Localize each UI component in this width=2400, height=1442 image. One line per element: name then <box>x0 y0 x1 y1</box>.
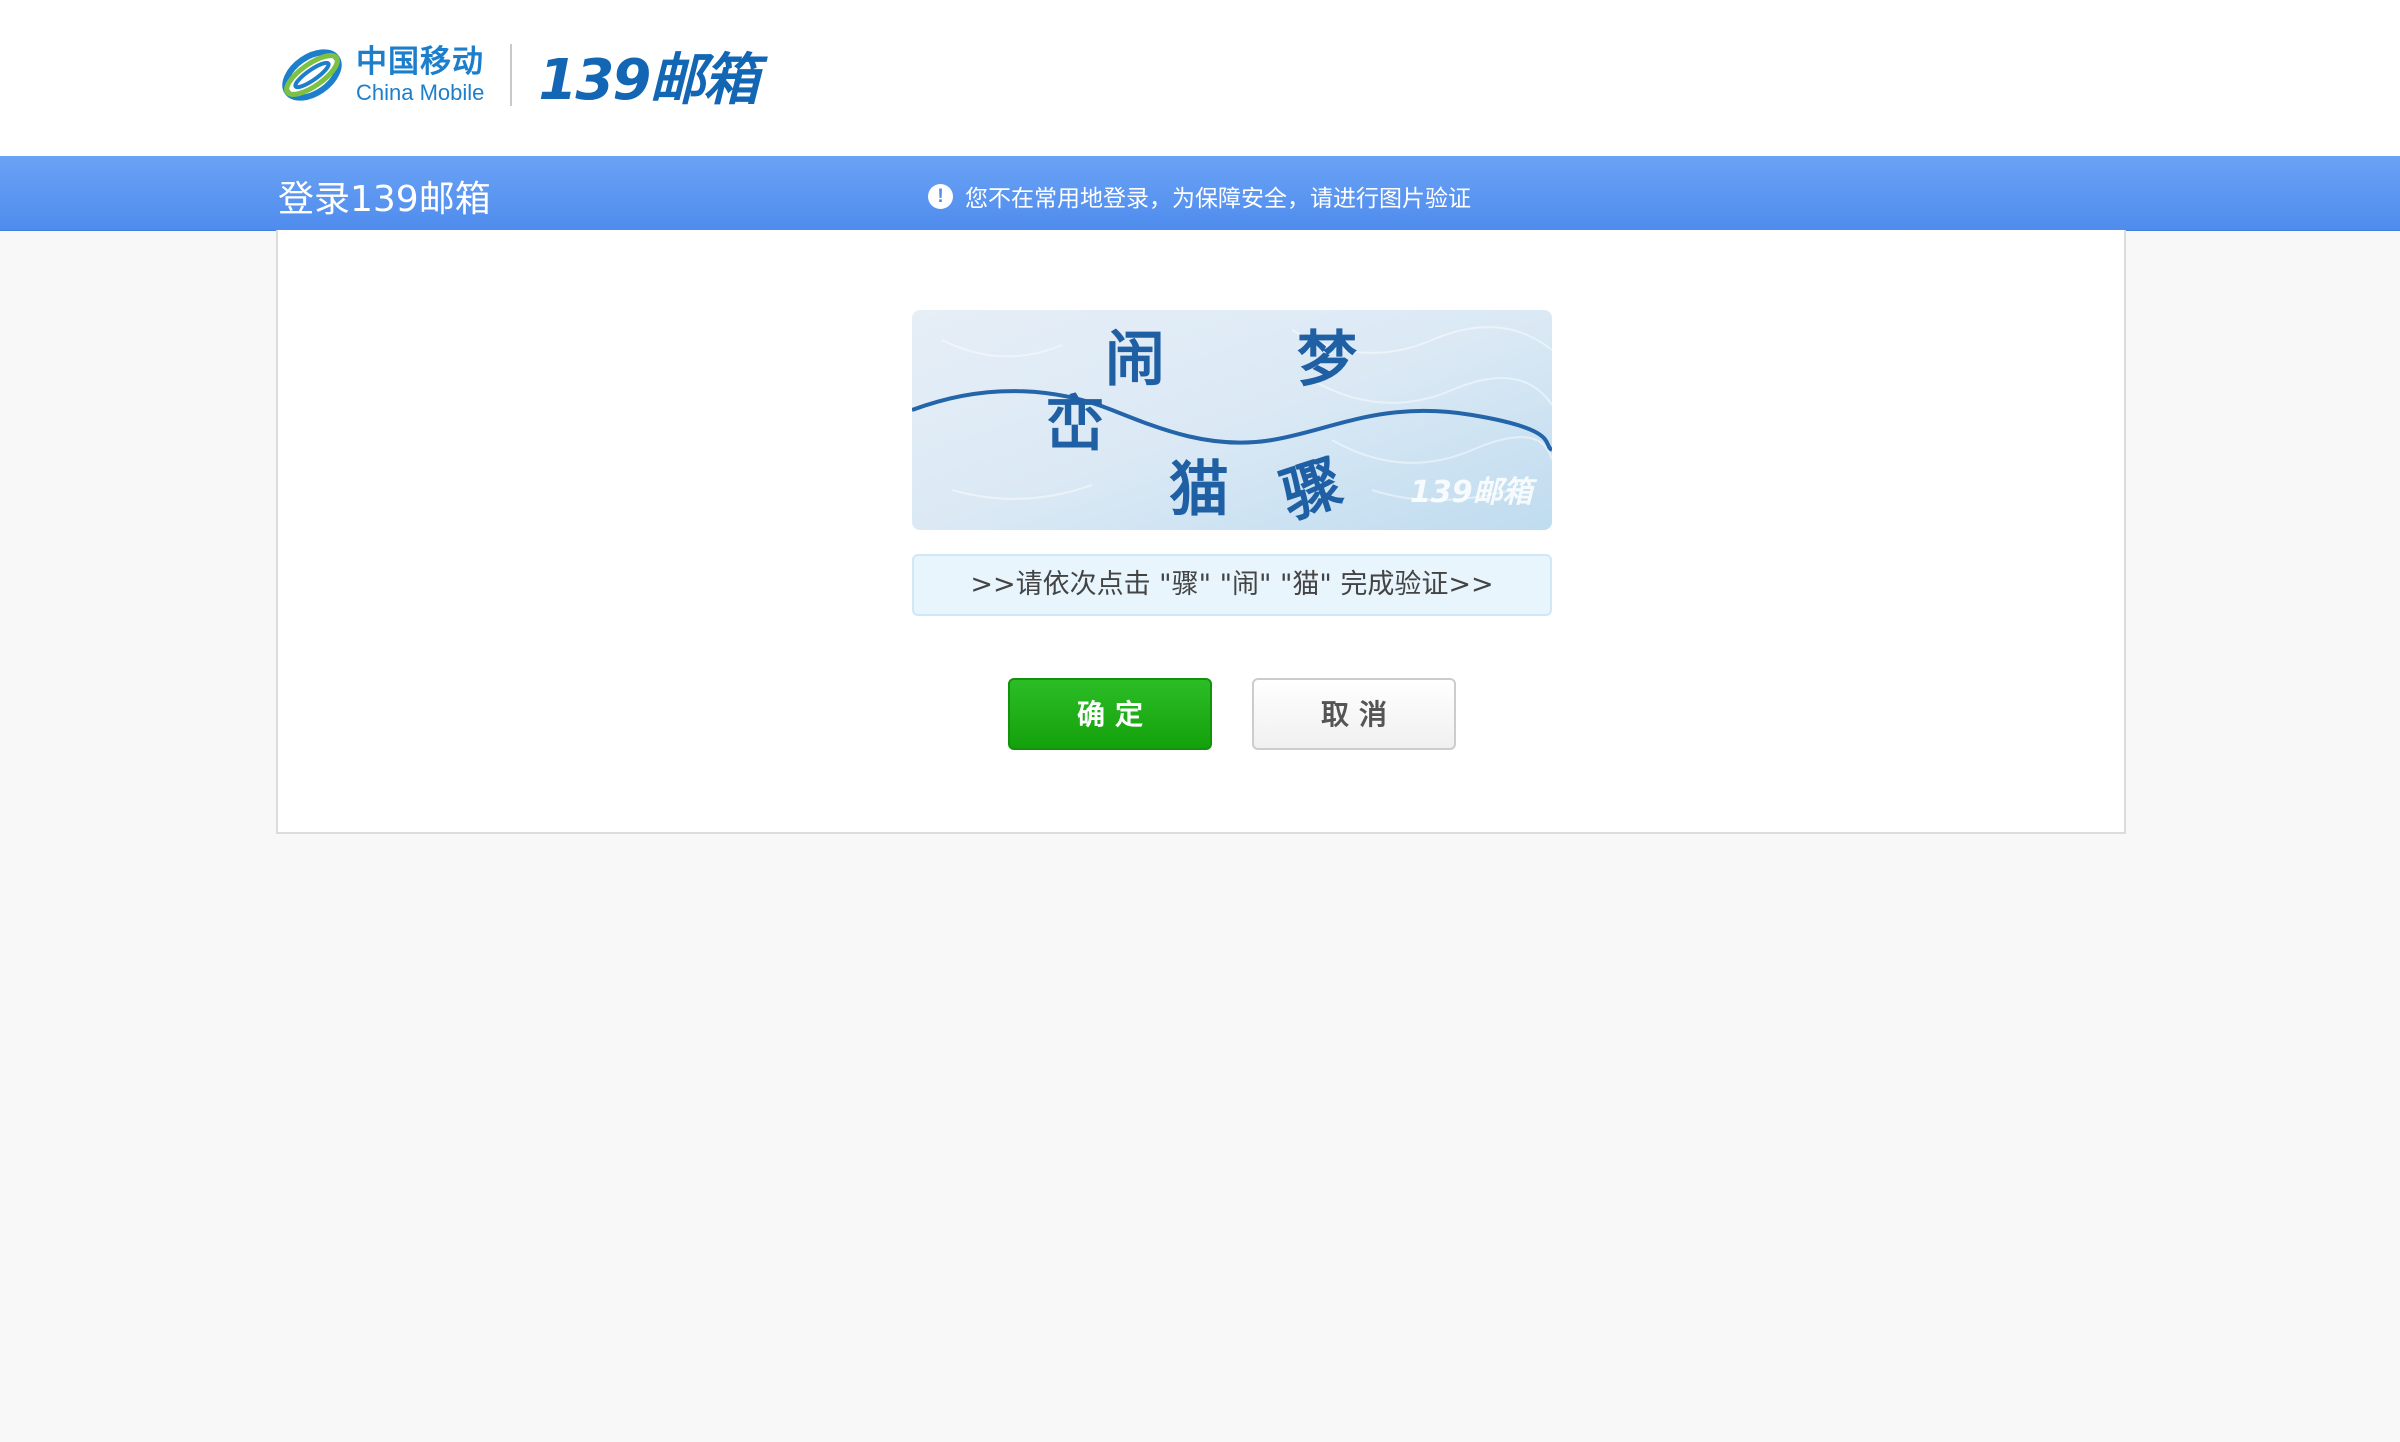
top-header: 中国移动 China Mobile 139邮箱 <box>0 0 2400 156</box>
page-title: 登录139邮箱 <box>278 179 491 220</box>
logo-group[interactable]: 中国移动 China Mobile 139邮箱 <box>278 40 759 113</box>
brand-en: China Mobile <box>356 79 485 105</box>
captcha-char-2[interactable]: 梦 <box>1297 325 1357 395</box>
captcha-char-4[interactable]: 猫 <box>1169 455 1229 525</box>
cancel-button[interactable]: 取消 <box>1252 678 1456 750</box>
china-mobile-wordmark: 中国移动 China Mobile <box>356 43 485 105</box>
captcha-canvas[interactable]: 闹 梦 峦 猫 骤 139邮箱 <box>912 310 1552 530</box>
china-mobile-logo-icon <box>282 49 342 101</box>
captcha-image[interactable]: 闹 梦 峦 猫 骤 139邮箱 <box>912 310 1552 530</box>
mail-139-logo: 139邮箱 <box>538 47 759 113</box>
title-bar: 登录139邮箱 ! 您不在常用地登录，为保障安全，请进行图片验证 <box>0 156 2400 231</box>
captcha-char-3[interactable]: 峦 <box>1045 390 1105 460</box>
captcha-instruction: >>请依次点击 "骤" "闹" "猫" 完成验证>> <box>912 554 1552 616</box>
captcha-char-1[interactable]: 闹 <box>1105 325 1165 395</box>
warning-icon: ! <box>928 183 953 209</box>
confirm-button[interactable]: 确定 <box>1008 678 1212 750</box>
captcha-watermark: 139邮箱 <box>1410 475 1538 510</box>
logo-divider <box>510 44 513 106</box>
brand-cn: 中国移动 <box>356 43 484 80</box>
notice-text: 您不在常用地登录，为保障安全，请进行图片验证 <box>965 186 1471 212</box>
security-notice: ! 您不在常用地登录，为保障安全，请进行图片验证 <box>928 179 1471 213</box>
